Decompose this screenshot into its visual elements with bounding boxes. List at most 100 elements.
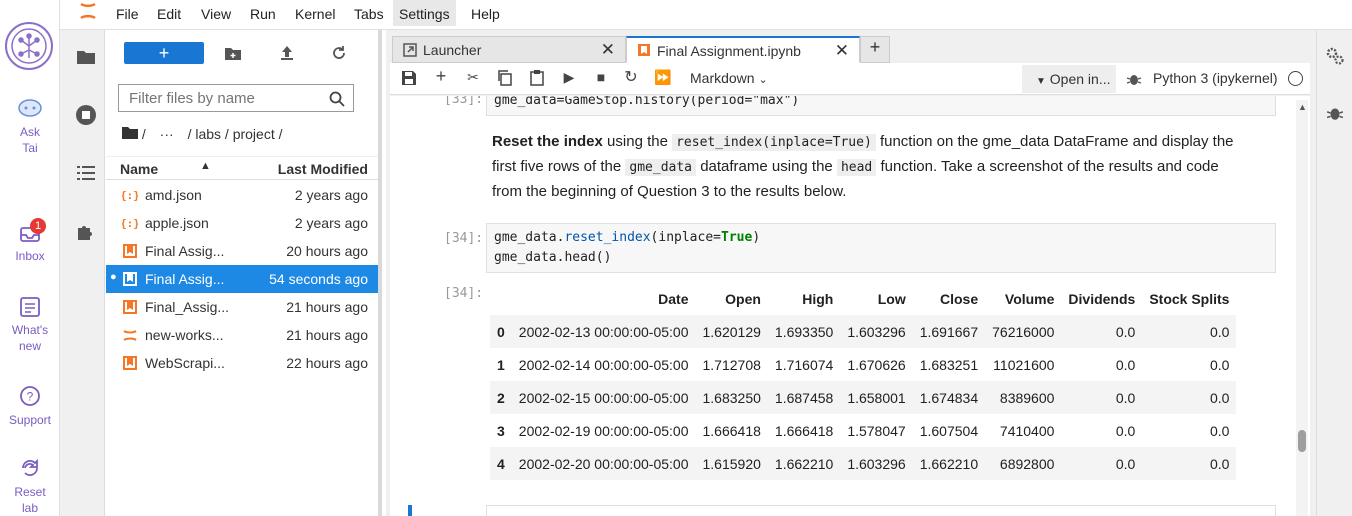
refresh-files-icon[interactable] [330, 44, 348, 62]
table-row: 4 2002-02-20 00:00:00-05:00 1.615920 1.6622… [490, 447, 1237, 480]
run-all-icon[interactable]: ⏩ [654, 69, 672, 87]
whats-new-button[interactable]: What's new [0, 296, 60, 354]
menu-file[interactable]: File [110, 5, 145, 23]
row-index: 0 [490, 315, 512, 348]
table-cell: 1.603296 [840, 315, 913, 348]
code-cell[interactable]: gme_data=GameStop.history(period="max") [486, 96, 1276, 116]
caret-down-icon: ▼ [1036, 76, 1046, 87]
table-cell: 2002-02-13 00:00:00-05:00 [511, 315, 696, 348]
code-cell[interactable]: gme_data.reset_index(inplace=True) gme_d… [486, 223, 1276, 273]
running-icon[interactable] [75, 104, 97, 126]
breadcrumb: / ··· / labs / project / [122, 126, 283, 142]
column-header [490, 283, 512, 315]
markdown-cell[interactable]: Reset the index using the reset_index(in… [492, 130, 1252, 204]
file-name: apple.json [145, 215, 209, 231]
save-icon[interactable] [400, 69, 418, 87]
scroll-up-icon[interactable]: ▲ [1298, 102, 1307, 112]
file-name: new-works... [145, 327, 224, 343]
tab-final-assignment-label: Final Assignment.ipynb [657, 43, 801, 59]
name-column-header[interactable]: Name [120, 161, 158, 177]
close-icon[interactable]: ✕ [835, 41, 849, 61]
breadcrumb-path[interactable]: / labs / project / [188, 126, 283, 142]
file-list-item[interactable]: ● Final Assig... 54 seconds ago [106, 265, 378, 293]
output-dataframe: Date Open High Low Close Volume Dividends Stock… [490, 283, 1237, 480]
skills-network-logo[interactable] [5, 22, 53, 70]
file-list-item[interactable]: {:} amd.json 2 years ago [106, 181, 378, 209]
restart-icon[interactable]: ↻ [622, 67, 640, 86]
property-inspector-icon[interactable] [1325, 46, 1345, 66]
row-index: 3 [497, 422, 505, 439]
new-tab-button[interactable]: + [860, 36, 890, 63]
bug-icon[interactable] [1126, 71, 1142, 87]
table-cell: 2002-02-14 00:00:00-05:00 [518, 356, 689, 373]
md-text: dataframe using the [700, 158, 833, 175]
notebook-scrollbar[interactable]: ▲ [1296, 100, 1308, 516]
file-list-item[interactable]: WebScrapi... 22 hours ago [106, 349, 378, 377]
reset-lab-button[interactable]: Reset lab [0, 456, 60, 516]
filter-files-field[interactable] [118, 84, 354, 112]
menu-help[interactable]: Help [465, 5, 506, 23]
cell-output-prompt: [34]: [444, 286, 484, 301]
cell-type-select[interactable]: Markdown ⌄ [690, 70, 768, 86]
file-list-item[interactable]: new-works... 21 hours ago [106, 321, 378, 349]
copy-icon[interactable] [496, 69, 514, 87]
close-icon[interactable]: ✕ [601, 40, 615, 60]
kernel-name[interactable]: Python 3 (ipykernel) [1153, 70, 1278, 86]
modified-column-header[interactable]: Last Modified [278, 161, 368, 177]
open-in-button[interactable]: ▼ Open in... [1022, 65, 1116, 93]
activity-bar [60, 30, 105, 516]
extensions-icon[interactable] [75, 220, 97, 242]
column-header: Open [725, 291, 761, 307]
stop-icon[interactable]: ■ [592, 69, 610, 87]
md-code: reset_index(inplace=True) [672, 134, 876, 151]
menu-settings[interactable]: Settings [393, 0, 456, 26]
file-list-item[interactable]: Final_Assig... 21 hours ago [106, 293, 378, 321]
column-header: High [802, 291, 834, 307]
notebook-icon [123, 300, 137, 314]
left-rail: Ask Tai 1 Inbox What's new ? Support Res… [0, 0, 60, 516]
jupyter-logo [80, 2, 96, 20]
column-header: Close [940, 291, 979, 307]
menu-tabs[interactable]: Tabs [348, 5, 390, 23]
file-list-item[interactable]: {:} apple.json 2 years ago [106, 209, 378, 237]
run-icon[interactable]: ▶ [560, 69, 578, 87]
table-row: 0 2002-02-13 00:00:00-05:00 1.620129 1.6933… [490, 315, 1237, 348]
right-sidebar [1316, 30, 1352, 516]
folder-icon[interactable] [75, 46, 97, 68]
kernel-status-icon [1288, 71, 1303, 86]
tab-launcher[interactable]: Launcher ✕ [392, 36, 626, 63]
next-cell[interactable] [486, 505, 1276, 516]
filter-files-input[interactable] [119, 85, 319, 111]
menu-kernel[interactable]: Kernel [289, 5, 341, 23]
table-row: 2 2002-02-15 00:00:00-05:00 1.683250 1.6874… [490, 381, 1237, 414]
table-of-contents-icon[interactable] [75, 162, 97, 184]
row-index: 1 [497, 356, 505, 373]
debugger-icon[interactable] [1326, 104, 1344, 122]
table-cell: 1.662210 [767, 447, 841, 480]
scrollbar-thumb[interactable] [1298, 430, 1306, 452]
breadcrumb-ellipsis[interactable]: ··· [160, 126, 174, 142]
tab-final-assignment[interactable]: Final Assignment.ipynb ✕ [626, 36, 860, 63]
breadcrumb-root: / [141, 126, 146, 142]
menu-edit[interactable]: Edit [151, 5, 187, 23]
support-label: Support [8, 413, 52, 427]
file-list-item[interactable]: Final Assig... 20 hours ago [106, 237, 378, 265]
table-cell: 76216000 [985, 315, 1062, 348]
cut-icon[interactable]: ✂ [464, 69, 482, 87]
cell-type-value: Markdown [690, 70, 755, 86]
paste-icon[interactable] [528, 69, 546, 87]
folder-root-icon[interactable] [122, 126, 138, 140]
insert-cell-icon[interactable]: + [432, 66, 450, 86]
ask-tai-button[interactable]: Ask Tai [0, 98, 60, 156]
table-cell: 0.0 [1142, 381, 1237, 414]
menu-run[interactable]: Run [244, 5, 282, 23]
chevron-down-icon: ⌄ [758, 74, 768, 86]
inbox-button[interactable]: 1 Inbox [0, 218, 60, 264]
table-cell: 2002-02-15 00:00:00-05:00 [511, 381, 696, 414]
menu-view[interactable]: View [195, 5, 237, 23]
upload-icon[interactable] [278, 44, 296, 62]
table-cell: 1.603296 [840, 447, 913, 480]
support-button[interactable]: ? Support [0, 384, 60, 428]
new-launcher-button[interactable]: + [124, 42, 204, 64]
new-folder-icon[interactable] [224, 44, 242, 62]
